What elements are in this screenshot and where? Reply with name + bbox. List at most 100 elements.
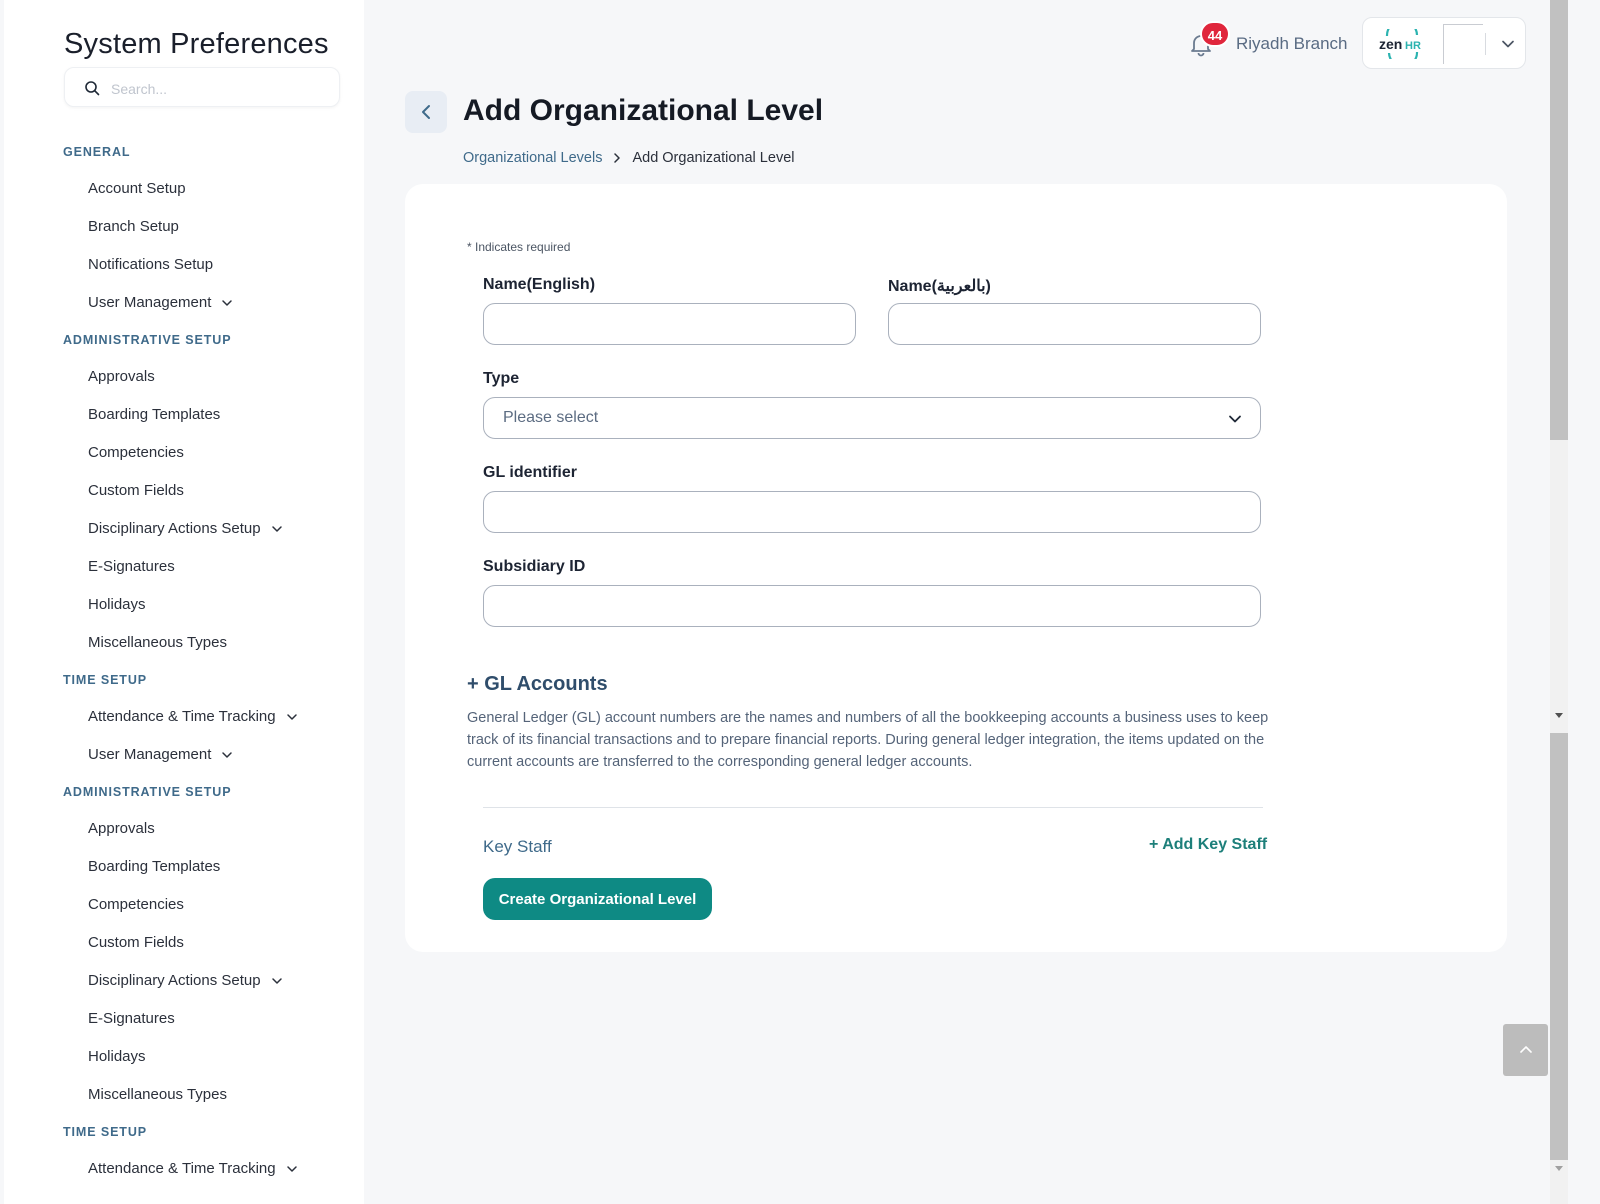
- sidebar-item-label: Account Setup: [88, 180, 186, 197]
- scroll-down-arrow-icon[interactable]: [1554, 710, 1564, 720]
- chevron-down-icon[interactable]: [286, 1163, 298, 1175]
- gl-accounts-description: General Ledger (GL) account numbers are …: [467, 710, 1269, 770]
- sidebar-item-label: Boarding Templates: [88, 406, 221, 423]
- required-note: * Indicates required: [467, 240, 571, 254]
- sidebar-search[interactable]: [64, 67, 340, 107]
- sidebar-item-label: Disciplinary Actions Setup: [88, 520, 261, 537]
- sidebar-section-header: TIME SETUP: [63, 673, 148, 687]
- type-select[interactable]: Please select: [483, 397, 1261, 439]
- sidebar-item[interactable]: Holidays: [4, 1038, 364, 1076]
- sidebar-item[interactable]: User Management: [4, 284, 364, 322]
- name-english-input[interactable]: [483, 303, 856, 345]
- scroll-down-arrow-icon[interactable]: [1554, 1163, 1564, 1173]
- sidebar-item[interactable]: Competencies: [4, 886, 364, 924]
- divider: [1485, 33, 1486, 55]
- chevron-down-icon[interactable]: [221, 749, 233, 761]
- sidebar-section-header: ADMINISTRATIVE SETUP: [63, 333, 232, 347]
- sidebar-item[interactable]: Approvals: [4, 810, 364, 848]
- sidebar-section-header: GENERAL: [63, 145, 131, 159]
- key-staff-label: Key Staff: [483, 837, 552, 856]
- logo-zen: zen: [1379, 36, 1402, 52]
- sidebar-item-label: Miscellaneous Types: [88, 634, 227, 651]
- sidebar-item-label: Approvals: [88, 368, 155, 385]
- sidebar-item-label: E-Signatures: [88, 558, 175, 575]
- sidebar-item[interactable]: Attendance & Time Tracking: [4, 1150, 364, 1188]
- sidebar-item-label: Custom Fields: [88, 934, 184, 951]
- sidebar-item[interactable]: Holidays: [4, 586, 364, 624]
- sidebar-item-label: Boarding Templates: [88, 858, 221, 875]
- form-card: * Indicates required Name(English) Name(…: [405, 184, 1507, 952]
- sidebar-item[interactable]: Branch Setup: [4, 208, 364, 246]
- page-title: Add Organizational Level: [463, 94, 824, 127]
- type-select-placeholder: Please select: [503, 409, 599, 426]
- add-key-staff-link[interactable]: + Add Key Staff: [1149, 836, 1267, 854]
- zenhr-logo: zen HR: [1379, 29, 1421, 59]
- sidebar-item[interactable]: Miscellaneous Types: [4, 624, 364, 662]
- sidebar-item[interactable]: Disciplinary Actions Setup: [4, 962, 364, 1000]
- chevron-down-icon[interactable]: [1501, 37, 1515, 51]
- sidebar-item[interactable]: User Management: [4, 736, 364, 774]
- sidebar-section-header: TIME SETUP: [63, 1125, 148, 1139]
- sidebar-item[interactable]: Miscellaneous Types: [4, 1076, 364, 1114]
- chevron-down-icon[interactable]: [271, 975, 283, 987]
- sidebar-item[interactable]: Custom Fields: [4, 472, 364, 510]
- scroll-to-top-button[interactable]: [1503, 1024, 1548, 1076]
- gl-identifier-input[interactable]: [483, 491, 1261, 533]
- sidebar-item[interactable]: Custom Fields: [4, 924, 364, 962]
- sidebar-item[interactable]: Boarding Templates: [4, 848, 364, 886]
- sidebar-nav: GENERAL Account Setup Branch Setup Notifica…: [4, 134, 364, 1188]
- sidebar-item-label: User Management: [88, 746, 212, 763]
- chevron-down-icon: [1229, 415, 1241, 423]
- sidebar-item-label: Notifications Setup: [88, 256, 214, 273]
- sidebar-item-label: Approvals: [88, 820, 155, 837]
- sidebar-item[interactable]: Notifications Setup: [4, 246, 364, 284]
- user-menu[interactable]: zen HR: [1362, 17, 1526, 69]
- create-organizational-level-button[interactable]: Create Organizational Level: [483, 878, 712, 920]
- logo-hr: HR: [1405, 40, 1421, 52]
- sidebar-item-label: Miscellaneous Types: [88, 1086, 227, 1103]
- sidebar-item[interactable]: Competencies: [4, 434, 364, 472]
- sidebar-item[interactable]: Attendance & Time Tracking: [4, 698, 364, 736]
- sidebar-item-label: E-Signatures: [88, 1010, 175, 1027]
- gl-identifier-label: GL identifier: [483, 464, 577, 481]
- name-arabic-input[interactable]: [888, 303, 1261, 345]
- sidebar-title: System Preferences: [64, 28, 329, 60]
- back-button[interactable]: [405, 91, 447, 133]
- branch-name[interactable]: Riyadh Branch: [1236, 34, 1348, 54]
- chevron-down-icon[interactable]: [221, 297, 233, 309]
- sidebar-item-label: User Management: [88, 294, 212, 311]
- sidebar-item-label: Competencies: [88, 896, 184, 913]
- type-label: Type: [483, 370, 520, 387]
- sidebar-item-label: Attendance & Time Tracking: [88, 1160, 276, 1177]
- sidebar-item[interactable]: E-Signatures: [4, 1000, 364, 1038]
- sidebar-item-label: Disciplinary Actions Setup: [88, 972, 261, 989]
- breadcrumb-current: Add Organizational Level: [632, 150, 795, 166]
- sidebar-item-label: Competencies: [88, 444, 184, 461]
- subsidiary-id-label: Subsidiary ID: [483, 558, 586, 575]
- sidebar: System Preferences GENERAL Account Setup B…: [4, 0, 364, 1204]
- search-icon: [85, 81, 100, 96]
- search-input[interactable]: [109, 77, 313, 101]
- sidebar-item-label: Holidays: [88, 1048, 146, 1065]
- gl-accounts-toggle[interactable]: + GL Accounts: [467, 673, 608, 696]
- sidebar-item-label: Attendance & Time Tracking: [88, 708, 276, 725]
- breadcrumb-parent-link[interactable]: Organizational Levels: [463, 150, 602, 166]
- sidebar-item[interactable]: Approvals: [4, 358, 364, 396]
- sidebar-item[interactable]: Account Setup: [4, 170, 364, 208]
- subsidiary-id-input[interactable]: [483, 585, 1261, 627]
- sidebar-item[interactable]: Boarding Templates: [4, 396, 364, 434]
- scrollbar-thumb[interactable]: [1550, 0, 1568, 440]
- name-english-label: Name(English): [483, 276, 596, 293]
- chevron-down-icon[interactable]: [286, 711, 298, 723]
- breadcrumb: Organizational Levels Add Organizational…: [463, 150, 794, 166]
- sidebar-item[interactable]: E-Signatures: [4, 548, 364, 586]
- scrollbar-thumb[interactable]: [1550, 733, 1568, 1160]
- chevron-left-icon: [422, 105, 430, 119]
- divider: [483, 807, 1263, 808]
- sidebar-section-header: ADMINISTRATIVE SETUP: [63, 785, 232, 799]
- sidebar-item-label: Custom Fields: [88, 482, 184, 499]
- chevron-up-icon: [1520, 1046, 1532, 1053]
- chevron-down-icon[interactable]: [271, 523, 283, 535]
- sidebar-item[interactable]: Disciplinary Actions Setup: [4, 510, 364, 548]
- name-arabic-label: Name(بالعربية): [888, 278, 991, 295]
